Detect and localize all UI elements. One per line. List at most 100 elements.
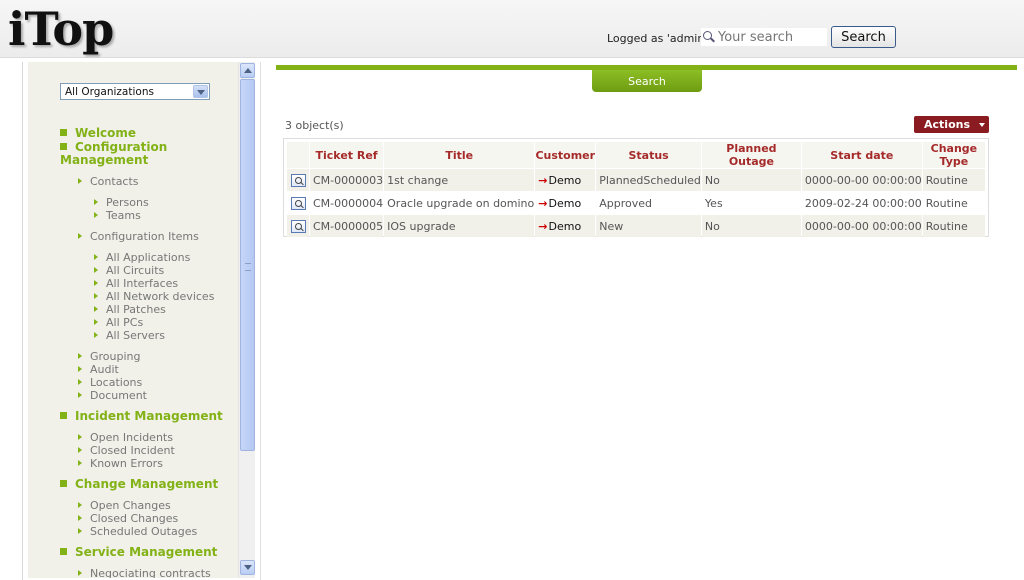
global-search-input[interactable] xyxy=(718,29,826,45)
column-header-status[interactable]: Status xyxy=(596,142,701,168)
menu-item-label: Configuration Items xyxy=(90,230,199,243)
row-details-cell[interactable] xyxy=(287,169,309,191)
row-details-cell[interactable] xyxy=(287,215,309,237)
cell-title: 1st change xyxy=(384,169,535,191)
menu-item-all-network-devices[interactable]: All Network devices xyxy=(94,290,214,303)
customer-link[interactable]: Demo xyxy=(548,174,581,187)
menu-item-label: Document xyxy=(90,389,147,402)
square-bullet-icon xyxy=(60,129,67,136)
menu-item-persons[interactable]: Persons xyxy=(94,196,149,209)
cell-change-type: Routine xyxy=(922,169,985,191)
magnifier-doc-icon[interactable] xyxy=(290,196,306,210)
magnifier-doc-icon[interactable] xyxy=(290,173,306,187)
menu-section-label: Incident Management xyxy=(75,409,223,423)
header-bar: iTop Logged as 'admin' Search xyxy=(0,0,1024,58)
triangle-bullet-icon xyxy=(78,392,82,398)
column-header-start-date[interactable]: Start date xyxy=(801,142,922,168)
menu-item-all-pcs[interactable]: All PCs xyxy=(94,316,143,329)
menu-item-label: Audit xyxy=(90,363,119,376)
menu-item-all-circuits[interactable]: All Circuits xyxy=(94,264,164,277)
menu-item-teams[interactable]: Teams xyxy=(94,209,141,222)
menu-item-all-servers[interactable]: All Servers xyxy=(94,329,165,342)
menu-section-incident-management[interactable]: Incident Management xyxy=(60,410,223,423)
scrollbar-thumb[interactable] xyxy=(240,79,255,451)
triangle-bullet-icon xyxy=(94,319,98,325)
column-header-change-type[interactable]: Change Type xyxy=(922,142,985,168)
customer-link[interactable]: Demo xyxy=(548,197,581,210)
menu-item-known-errors[interactable]: Known Errors xyxy=(78,457,163,470)
pane-divider[interactable] xyxy=(260,62,261,580)
search-icon xyxy=(703,31,715,43)
triangle-bullet-icon xyxy=(94,280,98,286)
triangle-bullet-icon xyxy=(94,306,98,312)
menu-section-service-management[interactable]: Service Management xyxy=(60,546,217,559)
triangle-bullet-icon xyxy=(94,267,98,273)
menu-item-contacts[interactable]: Contacts xyxy=(78,175,139,188)
chevron-down-icon[interactable] xyxy=(193,85,208,98)
search-panel-toggle[interactable]: Search xyxy=(592,70,702,92)
menu-section-label: Change Management xyxy=(75,477,219,491)
menu-item-label: Closed Incident xyxy=(90,444,175,457)
triangle-bullet-icon xyxy=(78,353,82,359)
menu-item-grouping[interactable]: Grouping xyxy=(78,350,141,363)
menu-item-locations[interactable]: Locations xyxy=(78,376,142,389)
column-header-customer[interactable]: Customer xyxy=(535,142,596,168)
table-row[interactable]: CM-0000004 Oracle upgrade on domino →Dem… xyxy=(287,192,985,214)
cell-change-type: Routine xyxy=(922,215,985,237)
cell-change-type: Routine xyxy=(922,192,985,214)
customer-link[interactable]: Demo xyxy=(548,220,581,233)
results-table: Ticket Ref Title Customer Status Planned… xyxy=(286,141,986,238)
menu-item-open-changes[interactable]: Open Changes xyxy=(78,499,171,512)
menu-item-closed-incident[interactable]: Closed Incident xyxy=(78,444,175,457)
table-row[interactable]: CM-0000003 1st change →Demo PlannedSched… xyxy=(287,169,985,191)
menu-item-open-incidents[interactable]: Open Incidents xyxy=(78,431,173,444)
menu-item-label: Open Changes xyxy=(90,499,171,512)
triangle-bullet-icon xyxy=(78,447,82,453)
menu-item-all-interfaces[interactable]: All Interfaces xyxy=(94,277,178,290)
row-details-cell[interactable] xyxy=(287,192,309,214)
column-header-planned-outage[interactable]: Planned Outage xyxy=(701,142,801,168)
global-search-box xyxy=(701,28,827,46)
menu-item-scheduled-outages[interactable]: Scheduled Outages xyxy=(78,525,197,538)
menu-section-welcome[interactable]: Welcome xyxy=(60,127,136,140)
column-header-ticket-ref[interactable]: Ticket Ref xyxy=(310,142,384,168)
scroll-up-arrow-icon[interactable] xyxy=(240,63,255,78)
menu-section-change-management[interactable]: Change Management xyxy=(60,478,218,491)
menu-item-label: All Servers xyxy=(106,329,165,342)
menu-item-all-patches[interactable]: All Patches xyxy=(94,303,166,316)
cell-ticket-ref: CM-0000005 xyxy=(310,215,384,237)
object-count: 3 object(s) xyxy=(285,119,344,132)
column-header-icon xyxy=(287,142,309,168)
cell-status: New xyxy=(596,215,701,237)
itop-logo[interactable]: iTop xyxy=(8,2,114,56)
menu-item-label: Teams xyxy=(106,209,141,222)
menu-item-closed-changes[interactable]: Closed Changes xyxy=(78,512,178,525)
actions-menu-button[interactable]: Actions xyxy=(914,116,989,133)
menu-section-label: Service Management xyxy=(75,545,218,559)
menu-item-label: All Network devices xyxy=(106,290,215,303)
column-header-title[interactable]: Title xyxy=(384,142,535,168)
logged-as-label: Logged as 'admin' xyxy=(607,32,708,45)
menu-item-all-applications[interactable]: All Applications xyxy=(94,251,190,264)
triangle-bullet-icon xyxy=(78,502,82,508)
menu-item-document[interactable]: Document xyxy=(78,389,147,402)
menu-item-label: Scheduled Outages xyxy=(90,525,198,538)
menu-item-audit[interactable]: Audit xyxy=(78,363,119,376)
cell-start-date: 0000-00-00 00:00:00 xyxy=(801,169,922,191)
triangle-bullet-icon xyxy=(78,366,82,372)
table-row[interactable]: CM-0000005 IOS upgrade →Demo New No 0000… xyxy=(287,215,985,237)
menu-item-label: Grouping xyxy=(90,350,141,363)
sidebar-scrollbar[interactable] xyxy=(238,62,255,578)
magnifier-doc-icon[interactable] xyxy=(290,219,306,233)
global-search-button[interactable]: Search xyxy=(831,26,896,48)
left-edge-line xyxy=(22,62,23,580)
menu-section-configuration-management[interactable]: Configuration Management xyxy=(60,141,180,167)
organization-select[interactable]: All Organizations xyxy=(60,83,210,100)
menu-item-label: All Applications xyxy=(106,251,191,264)
actions-label: Actions xyxy=(924,118,970,131)
menu-item-configuration-items[interactable]: Configuration Items xyxy=(78,230,199,243)
menu-item-label: All Circuits xyxy=(106,264,165,277)
scroll-down-arrow-icon[interactable] xyxy=(240,560,255,575)
triangle-bullet-icon xyxy=(78,515,82,521)
menu-item-negociating-contracts[interactable]: Negociating contracts xyxy=(78,567,211,578)
